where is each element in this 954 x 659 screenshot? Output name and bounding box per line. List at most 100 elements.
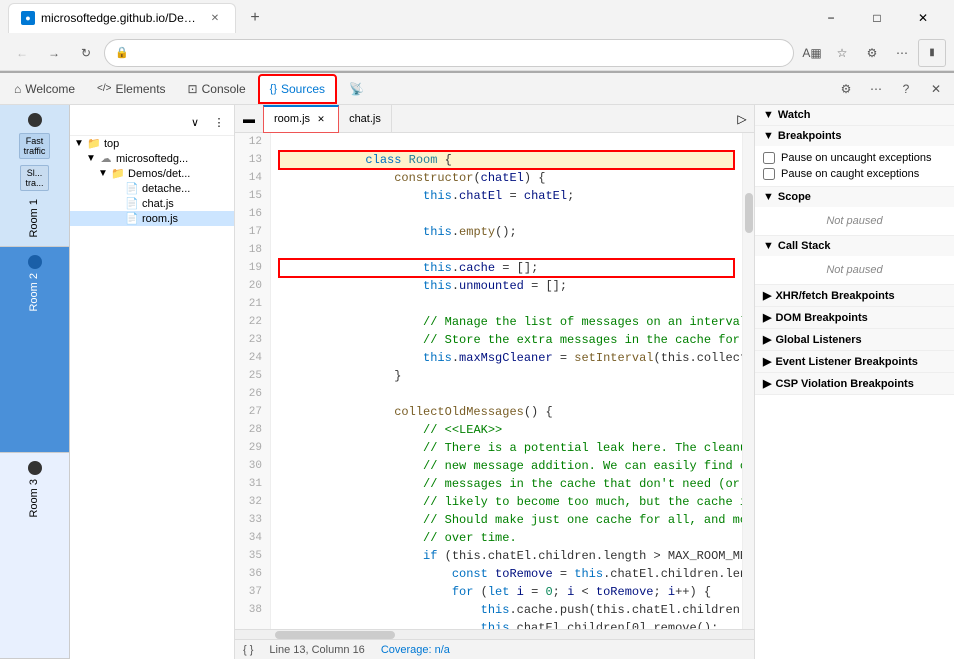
back-button[interactable]: ← (8, 39, 36, 67)
global-arrow: ▶ (763, 333, 771, 346)
code-tab-roomjs[interactable]: room.js ✕ (263, 105, 339, 133)
global-listeners-header[interactable]: ▶ Global Listeners (755, 329, 954, 350)
forward-button[interactable]: → (40, 39, 68, 67)
address-bar[interactable]: 🔒 https://microsoftedge.github.io/Demos/… (104, 39, 794, 67)
line-numbers: 1213141516 1718192021 2223242526 2728293… (235, 133, 271, 629)
coverage-status: Coverage: n/a (381, 644, 450, 656)
tab-elements[interactable]: </> Elements (87, 74, 176, 104)
breakpoints-header[interactable]: ▼ Breakpoints (755, 126, 954, 146)
tab-network[interactable]: 📡 (339, 74, 374, 104)
tree-collapse-btn[interactable]: ∨ (184, 111, 206, 133)
tree-label-top: top (104, 138, 119, 150)
code-move-button[interactable]: ▷ (730, 107, 754, 131)
csp-breakpoints-header[interactable]: ▶ CSP Violation Breakpoints (755, 373, 954, 394)
vertical-scrollbar[interactable] (742, 133, 754, 629)
elements-icon: </> (97, 83, 111, 94)
code-panel: ▬ room.js ✕ chat.js ▷ 1213141516 1718192… (235, 105, 754, 659)
vscroll-thumb[interactable] (745, 193, 753, 233)
scope-section: ▼ Scope Not paused (755, 187, 954, 236)
settings-button[interactable]: ⋯ (888, 39, 916, 67)
devtools-help[interactable]: ? (892, 75, 920, 103)
tree-item-chatjs[interactable]: 📄 chat.js (70, 196, 234, 211)
room2-dot (28, 255, 42, 269)
breakpoints-content: Pause on uncaught exceptions Pause on ca… (755, 146, 954, 186)
pause-caught-checkbox[interactable] (763, 168, 775, 180)
tree-item-microsoftedge[interactable]: ▼ ☁ microsoftedg... (70, 151, 234, 166)
tree-item-top[interactable]: ▼ 📁 top (70, 136, 234, 151)
watch-section: ▼ Watch (755, 105, 954, 126)
folder-icon-top: 📁 (86, 137, 102, 150)
devtools-more[interactable]: ⋯ (862, 75, 890, 103)
file-tree: ∨ ⋮ ▼ 📁 top ▼ ☁ microsoftedg... ▼ 📁 Demo… (70, 105, 235, 659)
code-tab-chatjs[interactable]: chat.js (339, 105, 392, 133)
minimize-button[interactable]: − (808, 0, 854, 35)
browser-extension-button[interactable]: ⚙ (858, 39, 886, 67)
tab-sources[interactable]: {} Sources (258, 74, 337, 104)
code-tab-actions: ▷ (730, 107, 754, 131)
browser-tab[interactable]: ● microsoftedge.github.io/Demos/d... ✕ (8, 3, 236, 33)
tab-console[interactable]: ⊡ Console (178, 74, 256, 104)
new-tab-button[interactable]: + (240, 3, 270, 33)
devtools-settings[interactable]: ⚙ (832, 75, 860, 103)
file-icon-chatjs: 📄 (124, 197, 140, 210)
read-aloud-button[interactable]: A▦ (798, 39, 826, 67)
scope-content: Not paused (755, 207, 954, 235)
tab-sources-label: Sources (281, 82, 325, 96)
tab-close-button[interactable]: ✕ (207, 10, 223, 26)
room1-label: Room 1 (28, 199, 41, 238)
braces-icon: { } (243, 644, 253, 656)
dom-breakpoints-header[interactable]: ▶ DOM Breakpoints (755, 307, 954, 328)
cloud-icon: ☁ (98, 152, 114, 165)
tab-welcome[interactable]: ⌂ Welcome (4, 74, 85, 104)
code-panel-toggle[interactable]: ▬ (235, 105, 263, 133)
nav-right-buttons: A▦ ☆ ⚙ ⋯ ▮ (798, 39, 946, 67)
devtools-body: Fasttraffic Sl...tra... Room 1 Room 2 Ro… (0, 105, 954, 659)
tree-item-demos[interactable]: ▼ 📁 Demos/det... (70, 166, 234, 181)
tree-label-detache: detache... (142, 183, 190, 195)
room1-item[interactable]: Fasttraffic Sl...tra... Room 1 (0, 105, 69, 247)
devtools-close[interactable]: ✕ (922, 75, 950, 103)
scope-header[interactable]: ▼ Scope (755, 187, 954, 207)
browser-chrome: ● microsoftedge.github.io/Demos/d... ✕ +… (0, 0, 954, 71)
watch-label: Watch (778, 109, 811, 121)
tree-item-roomjs[interactable]: 📄 room.js (70, 211, 234, 226)
refresh-button[interactable]: ↻ (72, 39, 100, 67)
horizontal-scrollbar[interactable] (235, 629, 754, 639)
breakpoints-label: Breakpoints (778, 130, 842, 142)
code-tab-bar: ▬ room.js ✕ chat.js ▷ (235, 105, 754, 133)
file-icon-detache: 📄 (124, 182, 140, 195)
close-button[interactable]: ✕ (900, 0, 946, 35)
pause-uncaught-checkbox[interactable] (763, 152, 775, 164)
rooms-sidebar: Fasttraffic Sl...tra... Room 1 Room 2 Ro… (0, 105, 70, 659)
cursor-position: Line 13, Column 16 (269, 644, 364, 656)
pause-uncaught-row: Pause on uncaught exceptions (763, 150, 946, 166)
room3-item[interactable]: Room 3 (0, 453, 69, 659)
csp-breakpoints-section: ▶ CSP Violation Breakpoints (755, 373, 954, 395)
csp-breakpoints-label: CSP Violation Breakpoints (775, 378, 913, 390)
tree-arrow-demos: ▼ (98, 168, 110, 179)
breakpoints-section: ▼ Breakpoints Pause on uncaught exceptio… (755, 126, 954, 187)
pause-caught-label: Pause on caught exceptions (781, 168, 919, 180)
lock-icon: 🔒 (115, 46, 129, 59)
folder-icon-demos: 📁 (110, 167, 126, 180)
tree-item-detache[interactable]: 📄 detache... (70, 181, 234, 196)
call-stack-section: ▼ Call Stack Not paused (755, 236, 954, 285)
call-stack-header[interactable]: ▼ Call Stack (755, 236, 954, 256)
hscroll-thumb[interactable] (275, 631, 395, 639)
network-icon: 📡 (349, 82, 364, 96)
tree-more-btn[interactable]: ⋮ (208, 111, 230, 133)
watch-arrow: ▼ (763, 109, 774, 121)
nav-bar: ← → ↻ 🔒 https://microsoftedge.github.io/… (0, 35, 954, 71)
code-tab-roomjs-close[interactable]: ✕ (314, 112, 328, 126)
event-breakpoints-header[interactable]: ▶ Event Listener Breakpoints (755, 351, 954, 372)
room2-item[interactable]: Room 2 (0, 247, 69, 453)
maximize-button[interactable]: □ (854, 0, 900, 35)
url-input[interactable]: https://microsoftedge.github.io/Demos/de… (135, 46, 783, 60)
devtools-panel: ⌂ Welcome </> Elements ⊡ Console {} Sour… (0, 71, 954, 659)
watch-header[interactable]: ▼ Watch (755, 105, 954, 125)
code-content[interactable]: class Room { constructor(chatEl) { this.… (271, 133, 742, 629)
favorites-button[interactable]: ☆ (828, 39, 856, 67)
sidebar-toggle[interactable]: ▮ (918, 39, 946, 67)
xhr-breakpoints-header[interactable]: ▶ XHR/fetch Breakpoints (755, 285, 954, 306)
tab-elements-label: Elements (116, 82, 166, 96)
